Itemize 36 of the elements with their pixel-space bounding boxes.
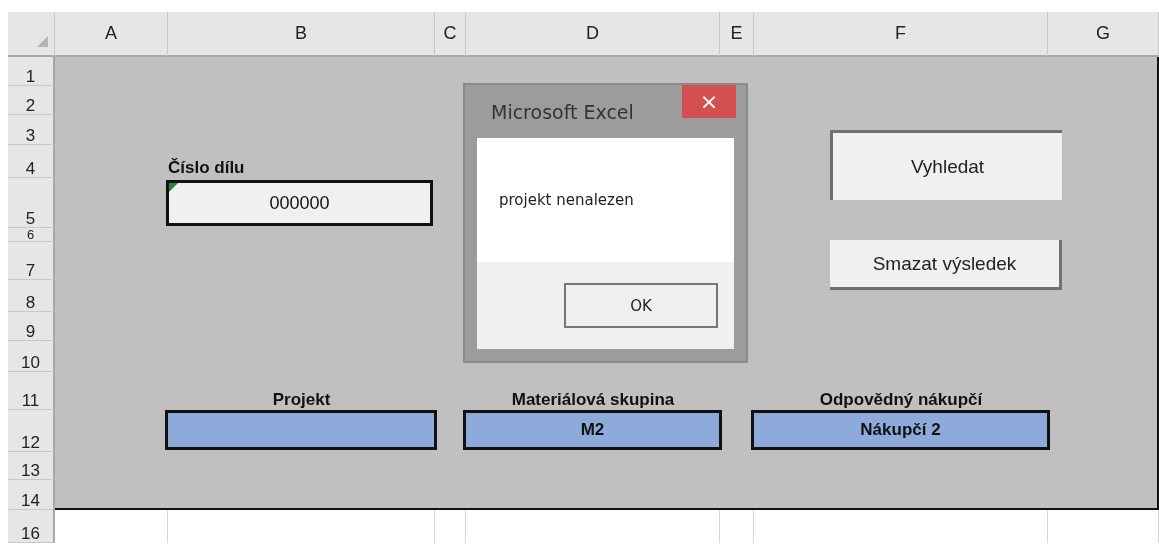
row-header[interactable]: 16	[8, 510, 55, 543]
row-header[interactable]: 7	[8, 242, 55, 280]
ok-button[interactable]: OK	[564, 283, 718, 328]
close-button[interactable]: ×	[682, 85, 736, 118]
clear-button[interactable]: Smazat výsledek	[830, 240, 1062, 290]
select-all-icon[interactable]	[37, 36, 48, 47]
field-label: Materiálová skupina	[511, 390, 675, 410]
field-label: Číslo dílu	[168, 158, 246, 178]
dialog-message: projekt nenalezen	[499, 191, 634, 209]
column-header[interactable]: A	[55, 12, 168, 57]
field-label: Odpovědný nákupčí	[819, 390, 983, 410]
row-header[interactable]: 12	[8, 410, 55, 452]
column-header[interactable]: C	[435, 12, 466, 57]
result-field: M2	[463, 410, 722, 450]
column-header[interactable]: G	[1048, 12, 1159, 57]
row-header[interactable]: 6	[8, 228, 55, 242]
column-header[interactable]: F	[754, 12, 1048, 57]
row-header[interactable]: 11	[8, 372, 55, 410]
column-header[interactable]: D	[466, 12, 720, 57]
result-field: Nákupčí 2	[751, 410, 1050, 450]
field-label: Projekt	[272, 390, 331, 410]
row-header[interactable]: 8	[8, 280, 55, 312]
row-header[interactable]: 5	[8, 178, 55, 228]
row-header[interactable]: 9	[8, 312, 55, 341]
row-header[interactable]: 10	[8, 341, 55, 372]
row-header[interactable]: 3	[8, 115, 55, 145]
row-header[interactable]: 1	[8, 57, 55, 86]
part-number-field[interactable]: 000000	[166, 180, 433, 226]
dialog-title: Microsoft Excel	[491, 101, 634, 123]
row-header[interactable]: 4	[8, 145, 55, 178]
row-header[interactable]: 13	[8, 452, 55, 480]
row-header[interactable]: 2	[8, 86, 55, 115]
search-button[interactable]: Vyhledat	[830, 130, 1062, 200]
row-header[interactable]: 14	[8, 480, 55, 510]
column-header[interactable]: E	[720, 12, 754, 57]
column-header[interactable]: B	[168, 12, 435, 57]
